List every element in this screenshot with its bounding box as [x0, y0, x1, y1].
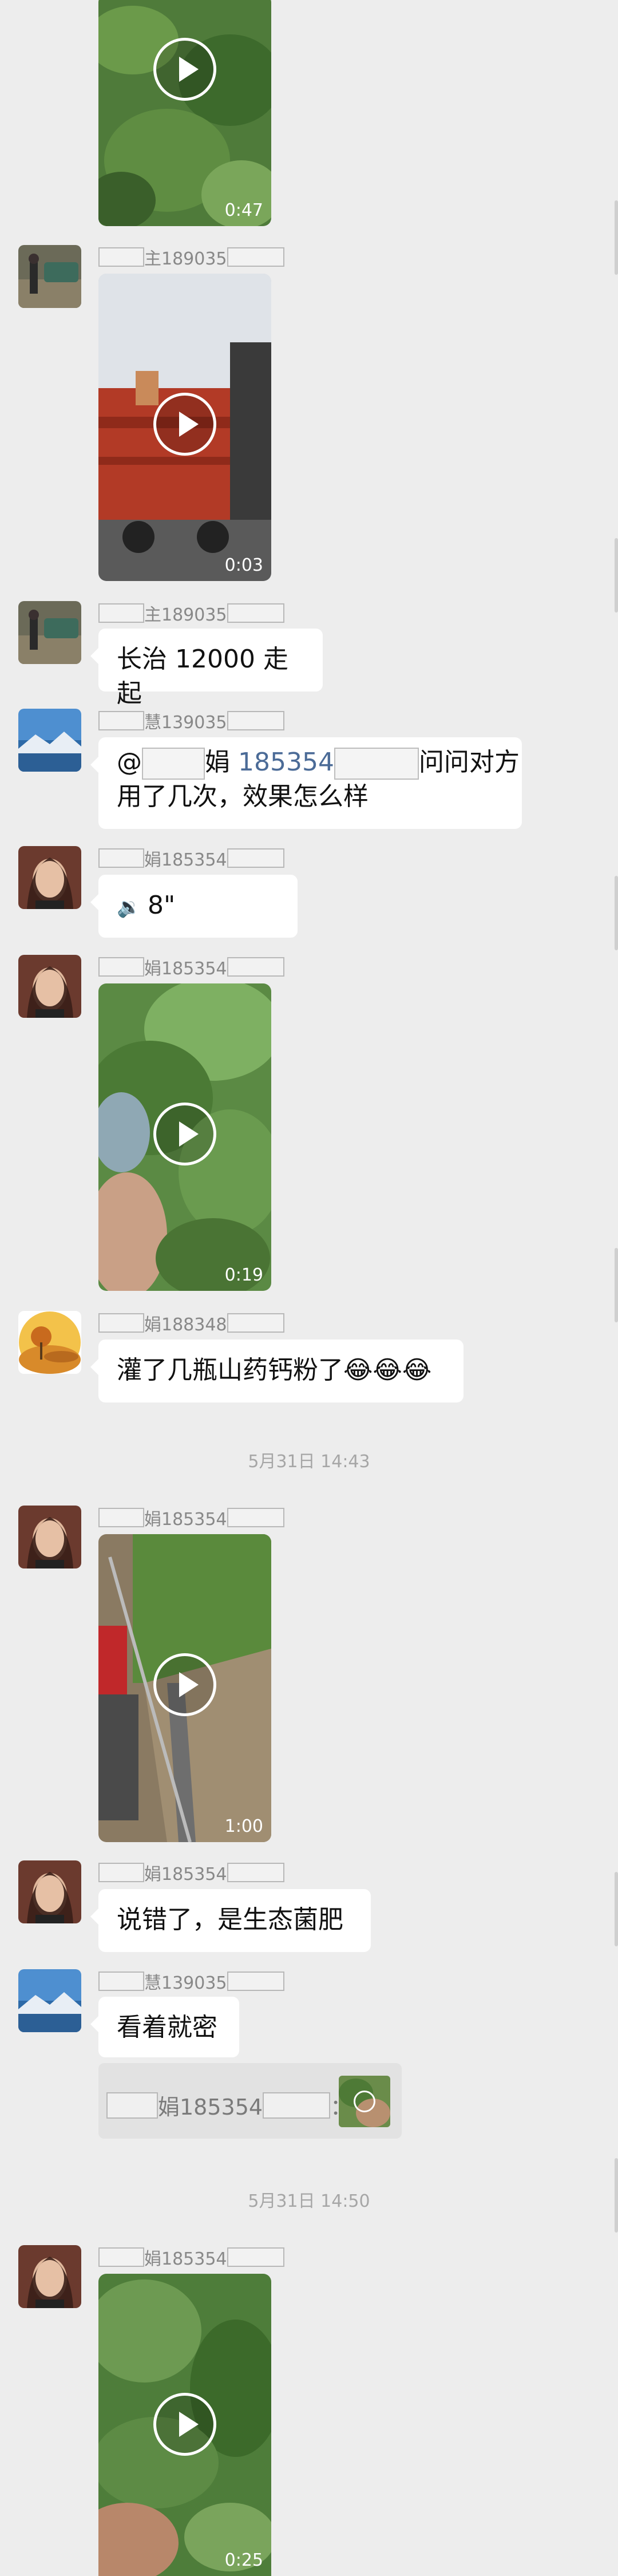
quoted-message[interactable]: 娟185354 ： [98, 2063, 402, 2139]
quote-video-thumbnail[interactable] [339, 2076, 390, 2127]
avatar[interactable] [18, 601, 81, 664]
sender-name: 娟185354 [98, 2246, 284, 2269]
sender-name: 娟185354 [98, 956, 284, 979]
avatar[interactable] [18, 245, 81, 308]
video-duration: 1:00 [224, 1816, 263, 1836]
voice-message[interactable]: 🔉 8" [90, 875, 298, 938]
play-icon[interactable] [153, 393, 216, 456]
text-message[interactable]: 长治 12000 走起 [90, 629, 323, 708]
message-text: 看着就密 [117, 2013, 217, 2042]
sender-name: 主189035 [98, 246, 284, 269]
play-icon[interactable] [153, 1653, 216, 1716]
voice-duration: 8" [148, 891, 176, 920]
sender-name: 慧139035 [98, 710, 284, 733]
video-message[interactable]: 0:19 [98, 983, 271, 1291]
text-message[interactable]: @ 娟 185354 问问对方 用了几次，效果怎么样 [90, 737, 522, 829]
sender-name: 慧139035 [98, 1970, 284, 1993]
scrollbar-mark [615, 538, 618, 613]
play-icon [354, 2091, 375, 2112]
timestamp: 5月31日 14:43 [248, 1452, 370, 1472]
sender-name: 娟185354 [98, 1507, 284, 1530]
video-duration: 0:47 [224, 200, 263, 220]
play-icon[interactable] [153, 1103, 216, 1165]
text-message[interactable]: 灌了几瓶山药钙粉了😂😂😂 [90, 1340, 464, 1402]
scrollbar[interactable] [615, 200, 618, 275]
avatar[interactable] [18, 846, 81, 909]
scrollbar-mark [615, 1872, 618, 1946]
message-text: 灌了几瓶山药钙粉了😂😂😂 [117, 1356, 432, 1385]
message-text: 用了几次，效果怎么样 [117, 782, 369, 811]
avatar[interactable] [18, 1311, 81, 1374]
scrollbar-mark [615, 1248, 618, 1322]
avatar[interactable] [18, 2245, 81, 2308]
video-message[interactable]: 0:03 [98, 274, 271, 581]
sender-name: 主189035 [98, 602, 284, 625]
video-message[interactable]: 0:25 [98, 2274, 271, 2576]
text-message[interactable]: 说错了，是生态菌肥 [90, 1889, 371, 1952]
video-message[interactable]: 0:47 [98, 0, 271, 226]
avatar[interactable] [18, 955, 81, 1018]
timestamp: 5月31日 14:50 [248, 2191, 370, 2211]
mention[interactable]: @ 娟 185354 [117, 748, 419, 780]
video-thumbnail [98, 0, 271, 226]
message-text: 说错了，是生态菌肥 [117, 1905, 343, 1934]
video-message[interactable]: 1:00 [98, 1534, 271, 1842]
sender-name: 娟185354 [98, 847, 284, 870]
scrollbar-mark [615, 876, 618, 950]
text-message[interactable]: 看着就密 [90, 1997, 239, 2057]
voice-wave-icon: 🔉 [117, 896, 141, 919]
avatar[interactable] [18, 709, 81, 772]
play-icon[interactable] [153, 38, 216, 101]
video-duration: 0:25 [224, 2550, 263, 2570]
message-text: 长治 12000 走起 [117, 645, 288, 708]
video-duration: 0:19 [224, 1265, 263, 1285]
play-icon[interactable] [153, 2393, 216, 2456]
quote-sender: 娟185354 [158, 2095, 263, 2120]
avatar[interactable] [18, 1969, 81, 2032]
avatar[interactable] [18, 1860, 81, 1923]
sender-name: 娟185354 [98, 1862, 284, 1884]
sender-name: 娟188348 [98, 1312, 284, 1335]
video-duration: 0:03 [224, 555, 263, 575]
avatar[interactable] [18, 1506, 81, 1568]
